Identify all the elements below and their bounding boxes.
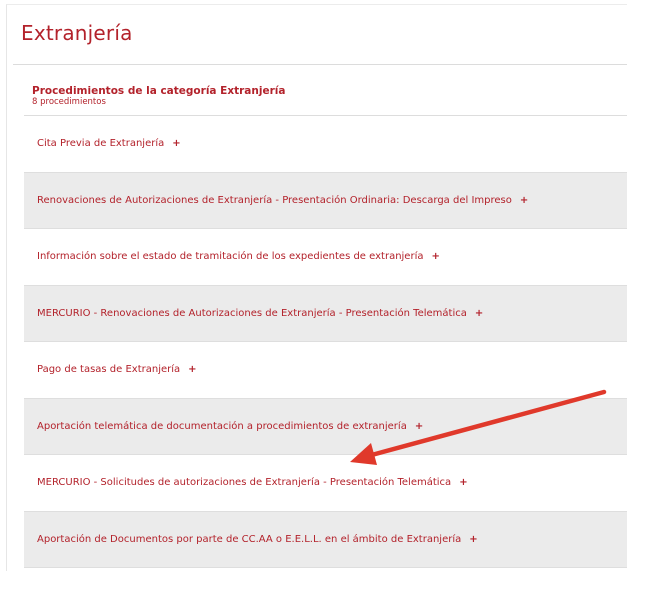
- procedure-link[interactable]: MERCURIO - Renovaciones de Autorizacione…: [37, 308, 467, 319]
- category-header: Procedimientos de la categoría Extranjer…: [24, 67, 627, 116]
- procedure-item-highlighted[interactable]: MERCURIO - Solicitudes de autorizaciones…: [24, 455, 627, 512]
- category-title: Procedimientos de la categoría Extranjer…: [32, 85, 286, 97]
- plus-icon[interactable]: +: [475, 308, 483, 319]
- procedure-item[interactable]: Aportación de Documentos por parte de CC…: [24, 511, 627, 568]
- procedure-link[interactable]: Aportación telemática de documentación a…: [37, 421, 407, 432]
- plus-icon[interactable]: +: [459, 477, 467, 488]
- plus-icon[interactable]: +: [415, 421, 423, 432]
- procedure-link[interactable]: MERCURIO - Solicitudes de autorizaciones…: [37, 477, 451, 488]
- title-divider: [13, 64, 627, 65]
- plus-icon[interactable]: +: [469, 534, 477, 545]
- plus-icon[interactable]: +: [188, 364, 196, 375]
- page-title: Extranjería: [21, 21, 133, 45]
- plus-icon[interactable]: +: [520, 195, 528, 206]
- procedure-link[interactable]: Cita Previa de Extranjería: [37, 138, 164, 149]
- procedure-item[interactable]: MERCURIO - Renovaciones de Autorizacione…: [24, 285, 627, 342]
- procedure-item[interactable]: Cita Previa de Extranjería +: [24, 116, 627, 173]
- procedure-item[interactable]: Renovaciones de Autorizaciones de Extran…: [24, 172, 627, 229]
- procedure-link[interactable]: Aportación de Documentos por parte de CC…: [37, 534, 461, 545]
- procedure-item[interactable]: Pago de tasas de Extranjería +: [24, 342, 627, 399]
- procedure-list: Cita Previa de Extranjería + Renovacione…: [24, 116, 627, 568]
- procedure-link[interactable]: Renovaciones de Autorizaciones de Extran…: [37, 195, 512, 206]
- procedure-link[interactable]: Pago de tasas de Extranjería: [37, 364, 180, 375]
- procedure-link[interactable]: Información sobre el estado de tramitaci…: [37, 251, 423, 262]
- plus-icon[interactable]: +: [172, 138, 180, 149]
- plus-icon[interactable]: +: [431, 251, 439, 262]
- category-count: 8 procedimientos: [32, 97, 106, 107]
- category-section: Procedimientos de la categoría Extranjer…: [24, 67, 627, 568]
- procedure-item[interactable]: Aportación telemática de documentación a…: [24, 398, 627, 455]
- procedure-item[interactable]: Información sobre el estado de tramitaci…: [24, 229, 627, 286]
- procedures-panel: Extranjería Procedimientos de la categor…: [6, 4, 627, 571]
